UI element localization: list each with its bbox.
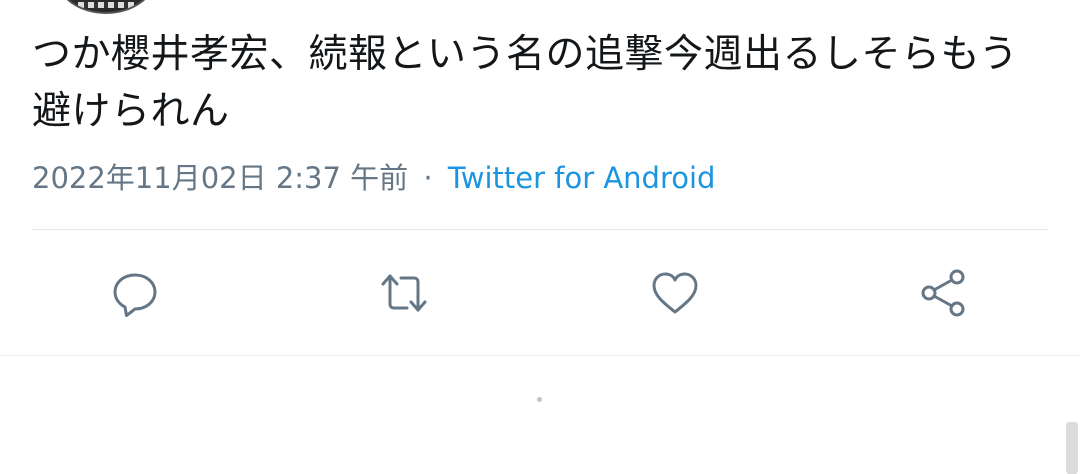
like-button[interactable] [644, 262, 706, 324]
tweet-meta: 2022年11月02日 2:37 午前 · Twitter for Androi… [32, 158, 715, 198]
scrollbar-thumb[interactable] [1066, 422, 1078, 474]
loading-dot [537, 397, 542, 402]
divider [0, 355, 1080, 356]
meta-separator: · [423, 161, 433, 195]
tweet-timestamp[interactable]: 2022年11月02日 2:37 午前 [32, 161, 408, 195]
retweet-arrows-icon [381, 274, 427, 312]
heart-outline-icon [652, 272, 698, 314]
divider [32, 229, 1048, 230]
share-button[interactable] [913, 262, 975, 324]
tweet-actions-bar [0, 262, 1080, 324]
share-nodes-icon [921, 269, 965, 317]
tweet-text: つか櫻井孝宏、続報という名の追撃今週出るしそらもう避けられん [32, 32, 1019, 134]
retweet-button[interactable] [373, 262, 435, 324]
author-avatar[interactable] [56, 0, 156, 14]
reply-bubble-icon [113, 273, 157, 317]
reply-button[interactable] [104, 262, 166, 324]
tweet-source-link[interactable]: Twitter for Android [448, 161, 716, 195]
